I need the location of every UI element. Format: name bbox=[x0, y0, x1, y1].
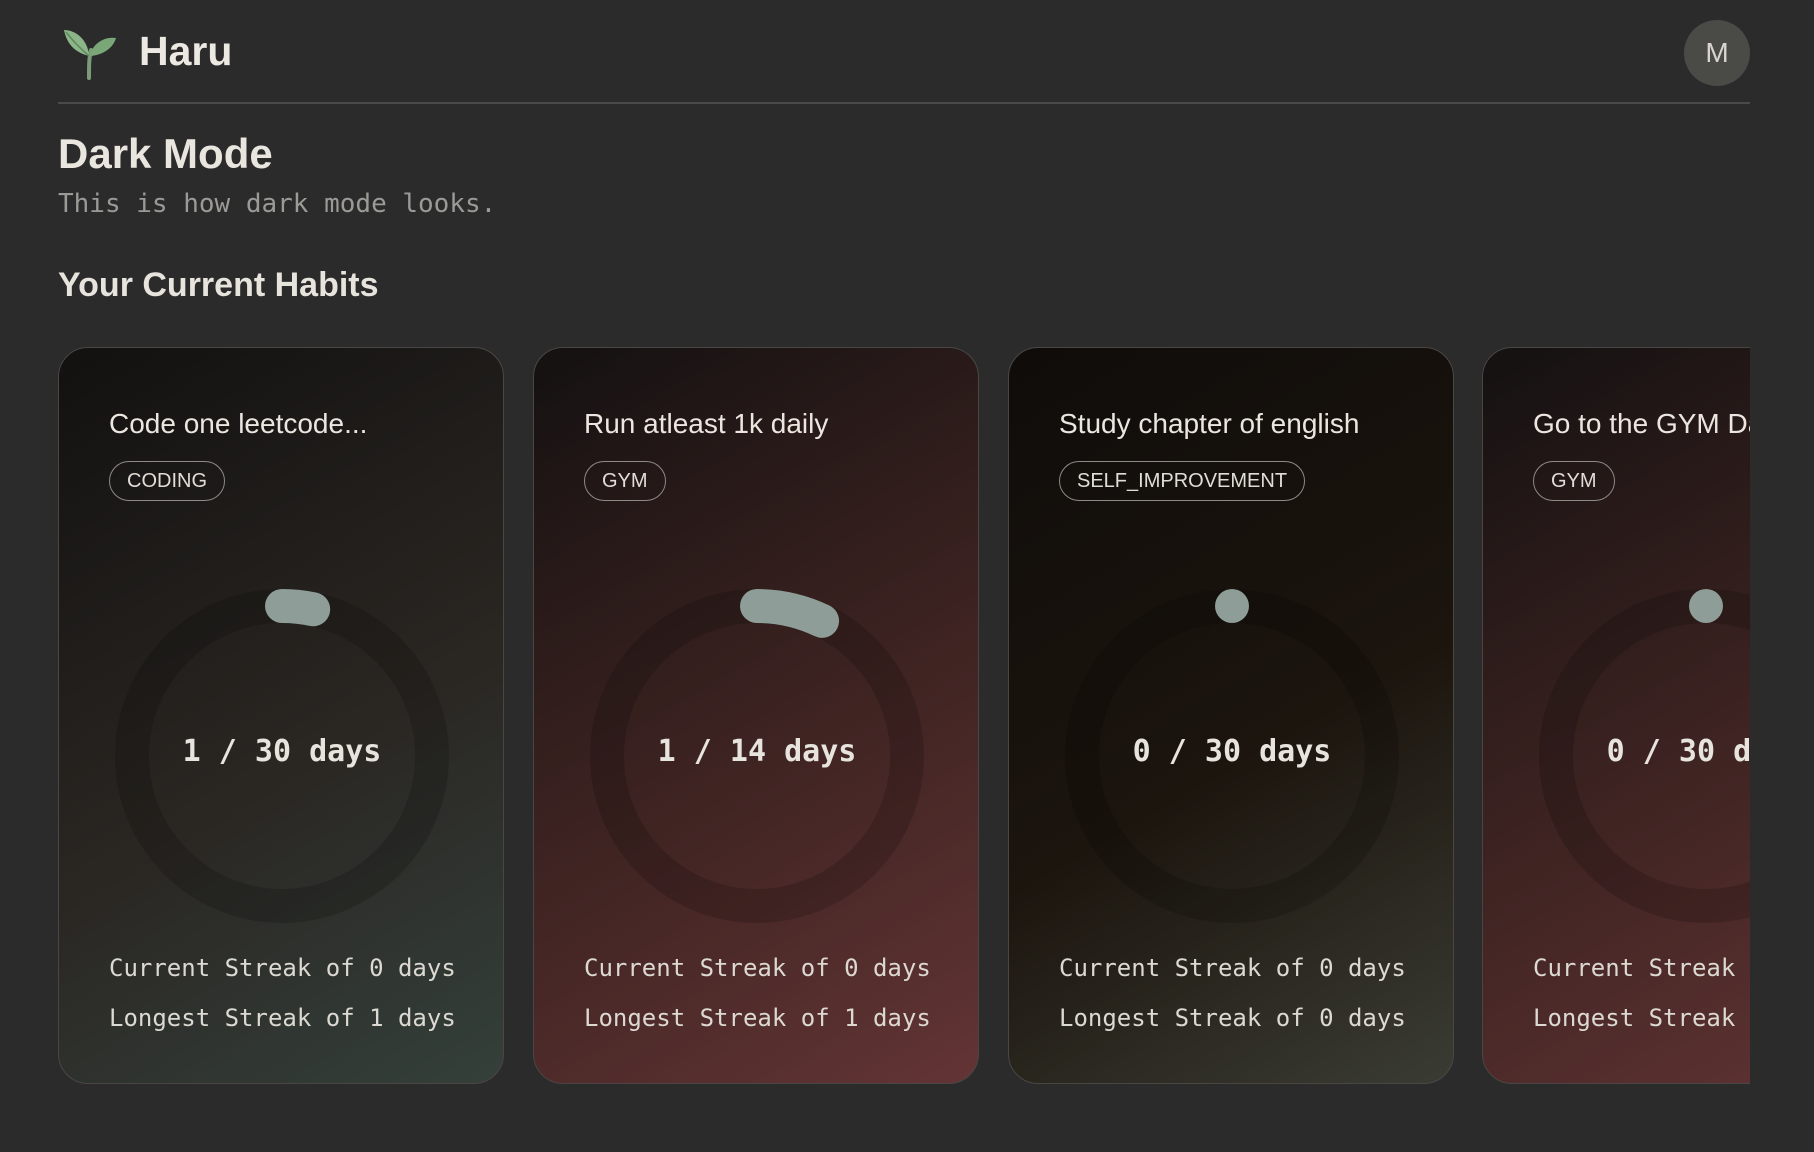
longest-streak: Longest Streak of 0 days bbox=[1059, 1004, 1406, 1032]
page: Haru M Dark Mode This is how dark mode l… bbox=[58, 0, 1750, 1084]
progress-indicator bbox=[1689, 589, 1723, 623]
category-tag: GYM bbox=[1533, 461, 1615, 501]
progress-text: 1 / 14 days bbox=[657, 734, 857, 769]
current-streak: Current Streak of 0 days bbox=[1533, 954, 1750, 982]
habit-title: Run atleast 1k daily bbox=[584, 408, 829, 439]
progress-indicator bbox=[1215, 589, 1249, 623]
category-tag: SELF_IMPROVEMENT bbox=[1059, 461, 1306, 501]
category-tag: GYM bbox=[584, 461, 666, 501]
page-subtitle: This is how dark mode looks. bbox=[58, 189, 497, 219]
habit-card[interactable]: Study chapter of english SELF_IMPROVEMEN… bbox=[1008, 347, 1454, 1084]
habit-cards-carousel[interactable]: Code one leetcode... CODING 1 / 30 days … bbox=[58, 347, 1750, 1086]
section-title: Your Current Habits bbox=[58, 266, 379, 304]
habit-title: Code one leetcode... bbox=[109, 408, 368, 439]
habit-title: Study chapter of english bbox=[1059, 408, 1360, 439]
top-bar: Haru M bbox=[58, 0, 1750, 104]
habit-card[interactable]: Run atleast 1k daily GYM 1 / 14 days Cur… bbox=[533, 347, 979, 1084]
category-tag: CODING bbox=[109, 461, 225, 501]
current-streak: Current Streak of 0 days bbox=[584, 954, 931, 982]
longest-streak: Longest Streak of 0 days bbox=[1533, 1004, 1750, 1032]
progress-text: 1 / 30 days bbox=[182, 734, 382, 769]
longest-streak: Longest Streak of 1 days bbox=[584, 1004, 931, 1032]
current-streak: Current Streak of 0 days bbox=[109, 954, 456, 982]
current-streak: Current Streak of 0 days bbox=[1059, 954, 1406, 982]
page-title: Dark Mode bbox=[58, 130, 273, 177]
progress-text: 0 / 30 days bbox=[1606, 734, 1750, 769]
habit-card[interactable]: Go to the GYM Daily GYM 0 / 30 days Curr… bbox=[1482, 347, 1750, 1084]
habit-title: Go to the GYM Daily bbox=[1533, 408, 1750, 439]
avatar[interactable]: M bbox=[1684, 20, 1750, 86]
longest-streak: Longest Streak of 1 days bbox=[109, 1004, 456, 1032]
habit-card[interactable]: Code one leetcode... CODING 1 / 30 days … bbox=[58, 347, 504, 1084]
sprout-icon[interactable] bbox=[62, 26, 118, 80]
app-name[interactable]: Haru bbox=[139, 28, 232, 75]
progress-arc bbox=[740, 589, 840, 638]
progress-arc bbox=[265, 589, 331, 627]
progress-text: 0 / 30 days bbox=[1132, 734, 1332, 769]
